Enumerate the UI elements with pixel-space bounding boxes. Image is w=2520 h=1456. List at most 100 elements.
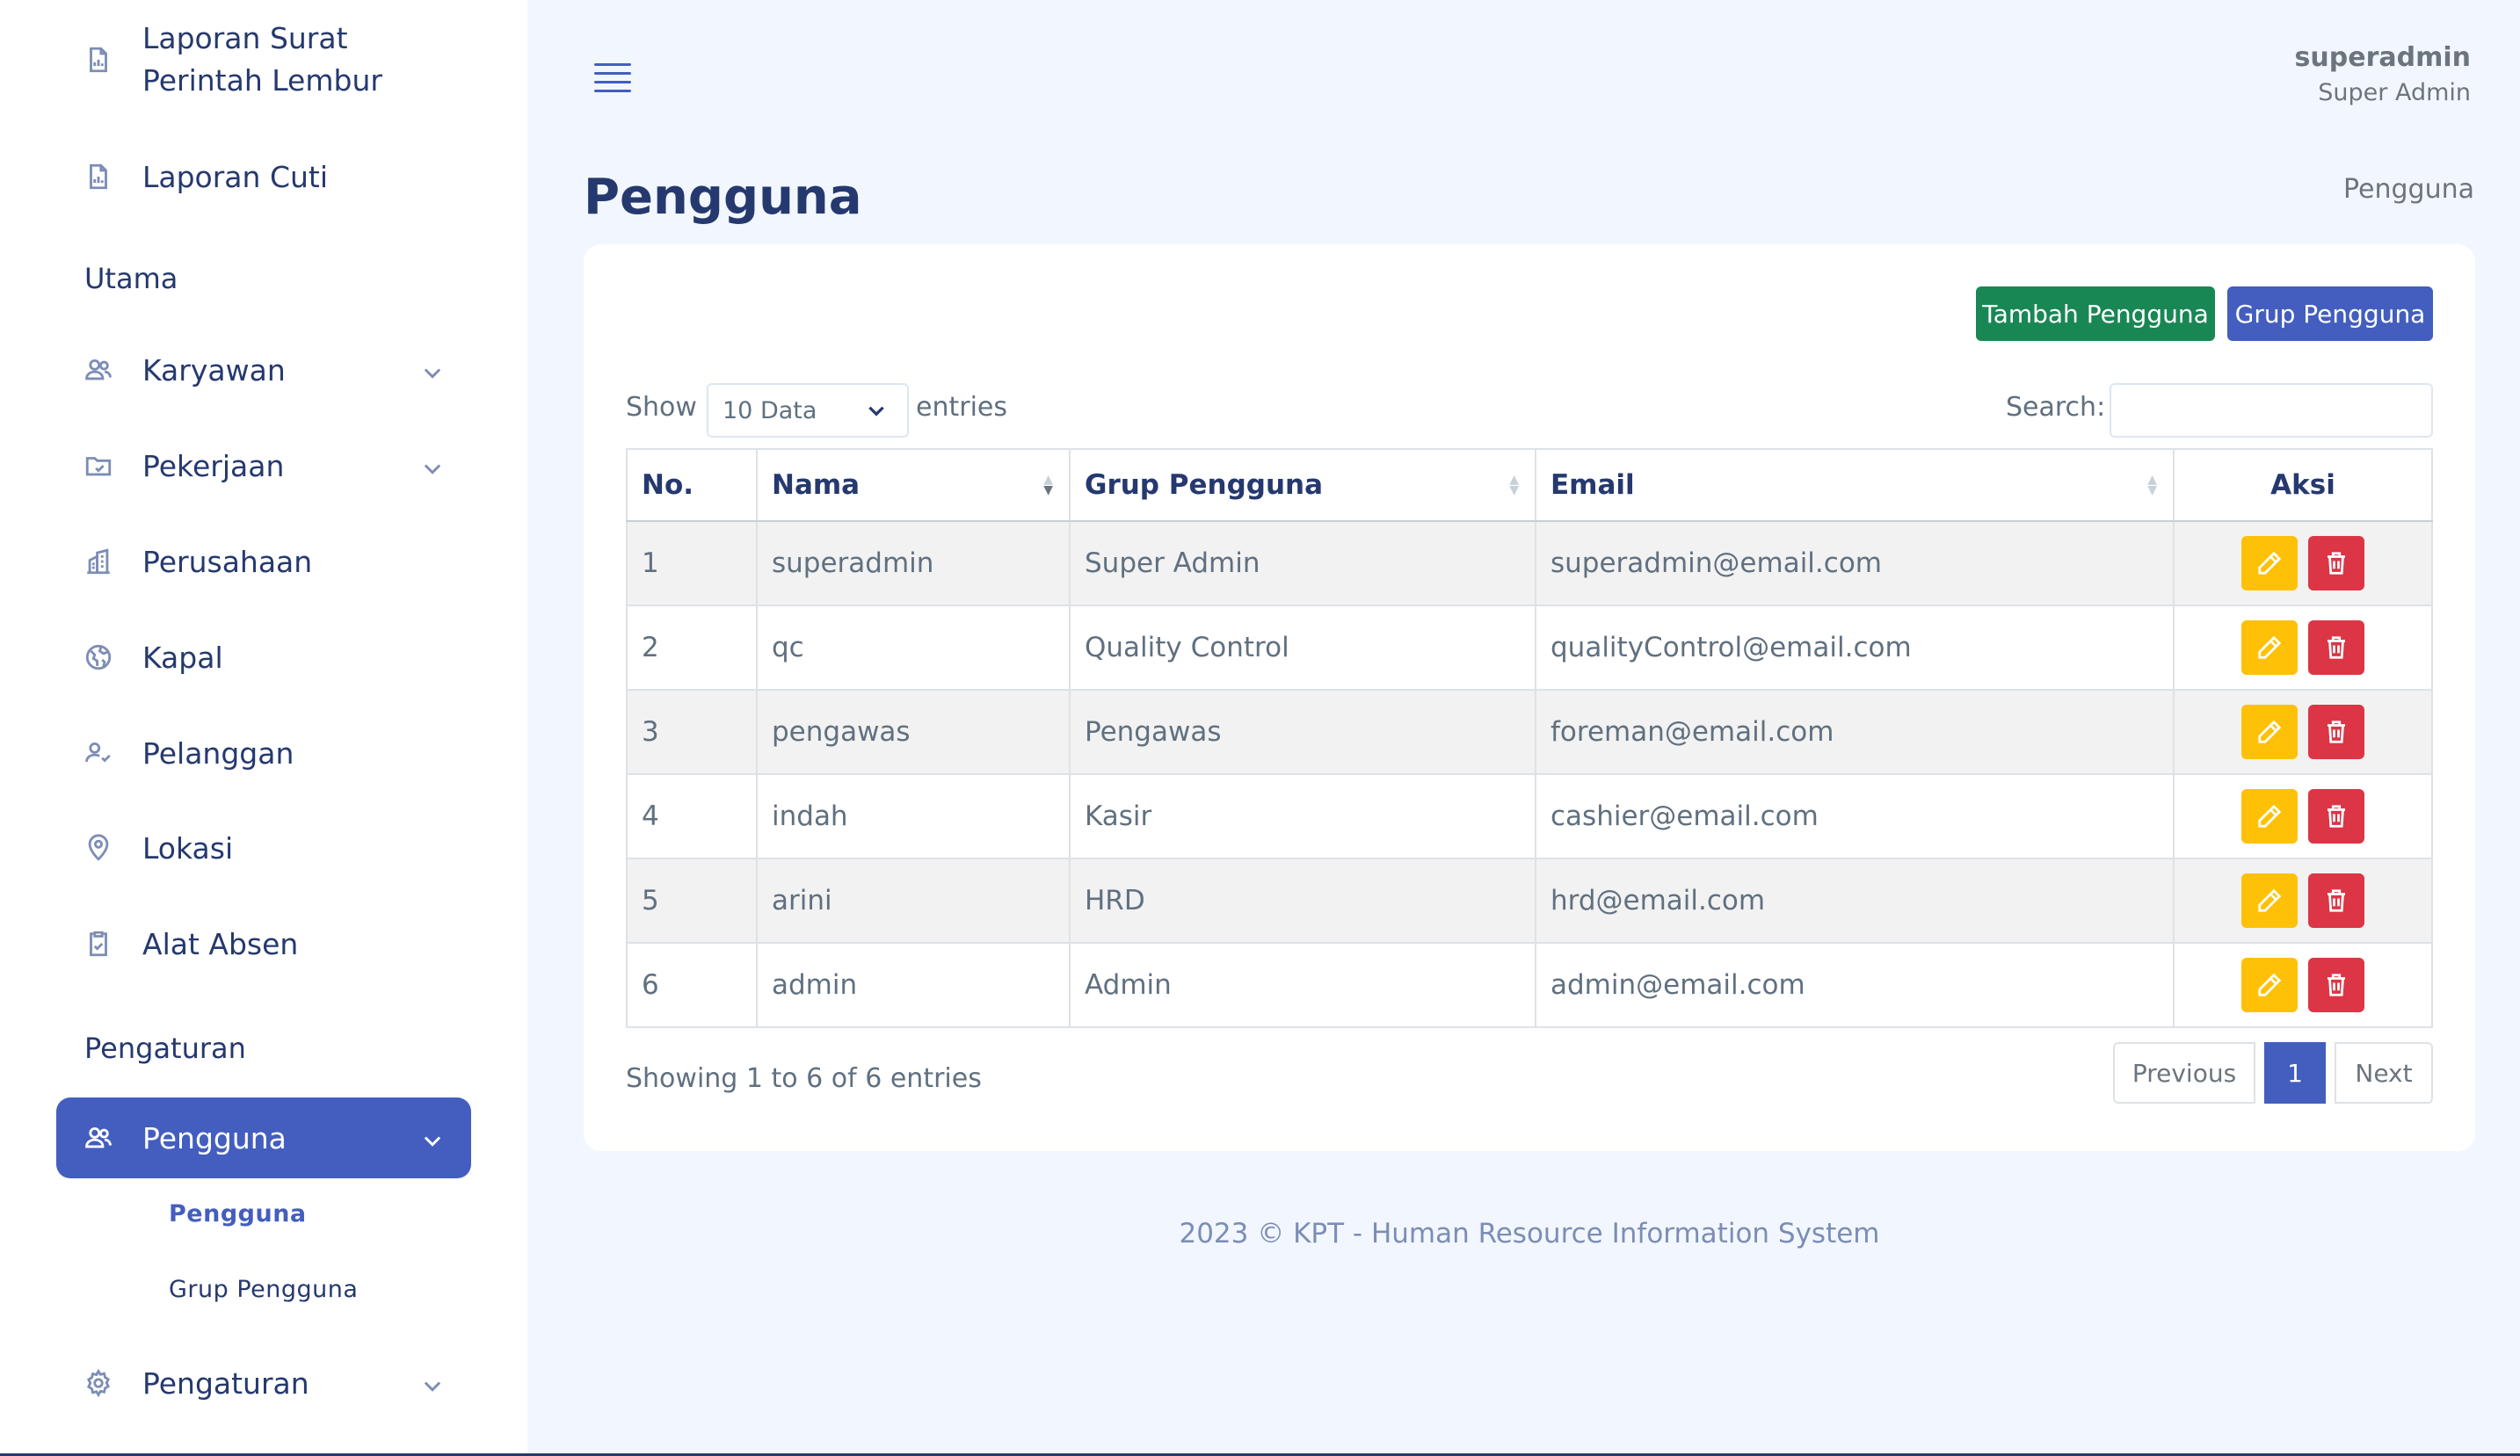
gear-icon bbox=[83, 1367, 114, 1399]
table-row: 4 indah Kasir cashier@email.com bbox=[626, 773, 2433, 859]
entries-label: entries bbox=[916, 392, 1007, 423]
sidebar-item-label: Pengaturan bbox=[142, 1365, 309, 1401]
pagination: Previous 1 Next bbox=[2113, 1042, 2433, 1104]
sidebar-subitem-grup-pengguna[interactable]: Grup Pengguna bbox=[169, 1276, 358, 1303]
add-user-button[interactable]: Tambah Pengguna bbox=[1976, 286, 2215, 341]
building-icon bbox=[83, 546, 114, 577]
cell-nama: superadmin bbox=[756, 520, 1071, 606]
users-card: Tambah Pengguna Grup Pengguna Show 10 Da… bbox=[584, 244, 2475, 1151]
sidebar-item-label: Perusahaan bbox=[142, 544, 313, 579]
chevron-down-icon[interactable] bbox=[420, 1371, 445, 1395]
cell-no: 6 bbox=[626, 942, 758, 1028]
cell-no: 5 bbox=[626, 858, 758, 944]
sort-icon: ▲ ▼ bbox=[2147, 473, 2157, 497]
sort-icon: ▲ ▼ bbox=[1509, 473, 1519, 497]
cell-grup: Super Admin bbox=[1069, 520, 1536, 606]
cell-email: qualityControl@email.com bbox=[1535, 605, 2175, 691]
delete-button[interactable] bbox=[2308, 705, 2364, 759]
edit-button[interactable] bbox=[2241, 620, 2298, 675]
edit-button[interactable] bbox=[2241, 789, 2298, 844]
table-header-row: No. Nama ▲ ▼ Grup Pengguna ▲ ▼ Email ▲ ▼ Aksi bbox=[626, 448, 2433, 522]
search-label: Search: bbox=[2006, 392, 2106, 423]
trash-icon bbox=[2328, 805, 2345, 828]
trash-icon bbox=[2328, 889, 2345, 912]
chevron-down-icon bbox=[868, 406, 884, 417]
chevron-down-icon[interactable] bbox=[420, 358, 445, 382]
table-row: 2 qc Quality Control qualityControl@email.c… bbox=[626, 605, 2433, 691]
page-length-select[interactable]: 10 Data bbox=[707, 383, 909, 438]
page-1-button[interactable]: 1 bbox=[2264, 1042, 2326, 1104]
column-header-grup[interactable]: Grup Pengguna ▲ ▼ bbox=[1069, 448, 1536, 522]
trash-icon bbox=[2328, 636, 2345, 659]
breadcrumb: Pengguna bbox=[2343, 174, 2474, 205]
cell-nama: pengawas bbox=[756, 689, 1071, 775]
sidebar-item-karyawan[interactable]: Karyawan bbox=[56, 348, 471, 392]
sidebar-item-label: Kapal bbox=[142, 640, 223, 675]
cell-email: hrd@email.com bbox=[1535, 858, 2175, 944]
edit-button[interactable] bbox=[2241, 873, 2298, 928]
column-header-nama[interactable]: Nama ▲ ▼ bbox=[756, 448, 1071, 522]
cell-nama: arini bbox=[756, 858, 1071, 944]
globe-icon bbox=[83, 641, 114, 673]
user-role: Super Admin bbox=[2318, 79, 2471, 106]
cell-grup: HRD bbox=[1069, 858, 1536, 944]
cell-nama: indah bbox=[756, 773, 1071, 859]
search-input[interactable] bbox=[2110, 383, 2433, 438]
sidebar-item-alat-absen[interactable]: Alat Absen bbox=[56, 922, 471, 966]
cell-no: 1 bbox=[626, 520, 758, 606]
delete-button[interactable] bbox=[2308, 620, 2364, 675]
delete-button[interactable] bbox=[2308, 789, 2364, 844]
sidebar-subitem-pengguna[interactable]: Pengguna bbox=[169, 1200, 307, 1228]
cell-actions bbox=[2173, 689, 2433, 775]
chevron-down-icon[interactable] bbox=[420, 453, 445, 478]
trash-icon bbox=[2328, 552, 2345, 575]
cell-grup: Admin bbox=[1069, 942, 1536, 1028]
edit-button[interactable] bbox=[2241, 705, 2298, 759]
sidebar-item-label: Lokasi bbox=[142, 830, 234, 866]
edit-button[interactable] bbox=[2241, 958, 2298, 1012]
edit-button[interactable] bbox=[2241, 536, 2298, 590]
menu-toggle-icon[interactable] bbox=[594, 63, 631, 93]
cell-grup: Quality Control bbox=[1069, 605, 1536, 691]
sidebar-item-laporan-spl[interactable]: Laporan Surat Perintah Lembur bbox=[56, 18, 471, 105]
cell-nama: admin bbox=[756, 942, 1071, 1028]
column-header-no[interactable]: No. bbox=[626, 448, 758, 522]
table-row: 1 superadmin Super Admin superadmin@email.c… bbox=[626, 520, 2433, 606]
pencil-icon bbox=[2258, 635, 2282, 659]
sidebar-section-title: Pengaturan bbox=[84, 1032, 246, 1065]
table-row: 5 arini HRD hrd@email.com bbox=[626, 858, 2433, 944]
cell-no: 4 bbox=[626, 773, 758, 859]
cell-actions bbox=[2173, 520, 2433, 606]
cell-nama: qc bbox=[756, 605, 1071, 691]
sidebar-item-lokasi[interactable]: Lokasi bbox=[56, 826, 471, 870]
sidebar-item-label: Karyawan bbox=[142, 352, 286, 388]
cell-actions bbox=[2173, 605, 2433, 691]
sidebar-item-kapal[interactable]: Kapal bbox=[56, 635, 471, 679]
folder-icon bbox=[83, 450, 114, 482]
sidebar-item-label: Laporan Surat Perintah Lembur bbox=[142, 21, 382, 98]
page-length-value: 10 Data bbox=[723, 396, 817, 424]
user-group-button[interactable]: Grup Pengguna bbox=[2227, 286, 2433, 341]
sidebar-item-laporan-cuti[interactable]: Laporan Cuti bbox=[56, 155, 471, 199]
footer: 2023 © KPT - Human Resource Information … bbox=[1179, 1218, 1880, 1250]
sidebar: Laporan Surat Perintah Lembur Laporan Cu… bbox=[0, 0, 527, 1456]
sidebar-item-pelanggan[interactable]: Pelanggan bbox=[56, 731, 471, 775]
cell-no: 3 bbox=[626, 689, 758, 775]
delete-button[interactable] bbox=[2308, 536, 2364, 590]
user-name[interactable]: superadmin bbox=[2295, 42, 2471, 73]
pencil-icon bbox=[2258, 888, 2282, 912]
sidebar-item-pengguna[interactable]: Pengguna bbox=[56, 1097, 471, 1178]
sidebar-item-pengaturan[interactable]: Pengaturan bbox=[56, 1361, 471, 1405]
next-page-button[interactable]: Next bbox=[2335, 1042, 2433, 1104]
sidebar-item-perusahaan[interactable]: Perusahaan bbox=[56, 540, 471, 583]
cell-actions bbox=[2173, 773, 2433, 859]
sidebar-item-pekerjaan[interactable]: Pekerjaan bbox=[56, 444, 471, 488]
previous-page-button[interactable]: Previous bbox=[2113, 1042, 2255, 1104]
column-header-email[interactable]: Email ▲ ▼ bbox=[1535, 448, 2175, 522]
column-header-aksi: Aksi bbox=[2173, 448, 2433, 522]
clipboard-check-icon bbox=[83, 928, 114, 960]
delete-button[interactable] bbox=[2308, 958, 2364, 1012]
delete-button[interactable] bbox=[2308, 873, 2364, 928]
chevron-down-icon[interactable] bbox=[420, 1126, 445, 1150]
cell-grup: Kasir bbox=[1069, 773, 1536, 859]
